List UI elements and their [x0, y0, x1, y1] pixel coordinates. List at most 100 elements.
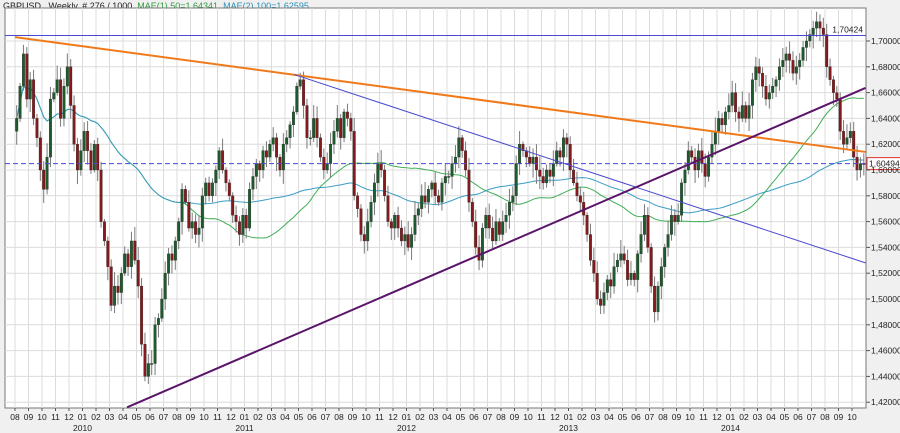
y-tick-label: 1,58000: [871, 191, 900, 201]
x-tick-label: 12: [64, 412, 74, 422]
candle-body: [430, 182, 434, 190]
candle-body: [818, 21, 822, 29]
x-tick-label: 09: [510, 412, 520, 422]
x-tick-label: 04: [442, 412, 452, 422]
y-tick-label: 1,50000: [871, 294, 900, 304]
x-tick-label: 10: [361, 412, 371, 422]
candle-body: [123, 253, 127, 274]
candle-body: [757, 66, 761, 74]
candle-body: [562, 137, 565, 158]
candle-body: [275, 137, 279, 158]
candle-body: [261, 150, 265, 171]
x-tick-label: 10: [37, 412, 47, 422]
candle-body: [362, 234, 366, 242]
candle-body: [109, 266, 113, 306]
candle-body: [62, 86, 66, 119]
candle-body: [167, 253, 171, 274]
candle-body: [744, 105, 748, 119]
candle-body: [740, 105, 744, 119]
candle-body: [237, 221, 241, 235]
candle-body: [383, 169, 387, 196]
candle-body: [221, 150, 225, 171]
x-tick-label: 07: [321, 412, 331, 422]
candle-body: [659, 266, 663, 287]
candle-body: [376, 163, 380, 184]
candle-body: [673, 214, 677, 222]
x-tick-label: 09: [834, 412, 844, 422]
candle-body: [440, 182, 444, 203]
candle-body: [187, 202, 191, 229]
candle: [295, 82, 299, 115]
candle: [18, 82, 22, 122]
candle-body: [511, 195, 515, 203]
candle-body: [379, 163, 383, 171]
candle-body: [271, 137, 275, 145]
candle-body: [761, 73, 765, 87]
x-tick-label: 02: [415, 412, 425, 422]
candle-body: [65, 66, 69, 87]
candle-body: [443, 176, 447, 184]
candle-body: [589, 234, 592, 261]
candle-body: [396, 214, 400, 229]
candle-body: [318, 137, 322, 158]
candle-body: [403, 234, 407, 242]
candle-body: [38, 137, 42, 171]
y-tick-label: 1,64000: [871, 113, 900, 123]
x-tick-label: 12: [550, 412, 560, 422]
candle-body: [629, 273, 633, 280]
candle-body: [35, 118, 39, 138]
candle-body: [359, 208, 363, 235]
x-tick-label: 01: [78, 412, 88, 422]
x-tick-label: 10: [199, 412, 209, 422]
y-tick-label: 1,60000: [871, 165, 900, 175]
candle-body: [778, 66, 781, 80]
candle-body: [632, 273, 636, 280]
candle-body: [224, 169, 228, 184]
candle-body: [464, 150, 468, 171]
x-tick-label: 08: [496, 412, 506, 422]
candle-body: [453, 156, 457, 164]
candle-body: [72, 105, 76, 145]
candle-body: [298, 79, 302, 87]
candle-body: [636, 253, 640, 280]
candle-body: [781, 60, 785, 67]
candle-body: [845, 137, 849, 145]
candle-body: [832, 79, 835, 93]
candle-body: [426, 189, 430, 203]
candle-body: [616, 260, 619, 267]
candle-body: [437, 195, 441, 203]
candle-body: [767, 92, 771, 100]
candle-body: [153, 324, 157, 364]
x-tick-label: 01: [402, 412, 412, 422]
x-tick-label: 12: [712, 412, 722, 422]
x-tick-label: 08: [10, 412, 20, 422]
candle-body: [480, 227, 484, 261]
candle-body: [707, 156, 711, 177]
candle-body: [585, 214, 589, 235]
x-tick-label: 01: [240, 412, 250, 422]
candle-body: [190, 221, 194, 229]
candle-body: [356, 195, 360, 209]
candle-body: [410, 234, 414, 248]
x-tick-label: 10: [523, 412, 533, 422]
candle-body: [116, 285, 120, 293]
candle-body: [690, 150, 694, 158]
x-tick-label: 05: [294, 412, 304, 422]
candle-body: [416, 208, 420, 216]
candle: [49, 86, 52, 168]
candle-body: [548, 169, 552, 177]
candle-body: [113, 285, 117, 306]
candle-body: [69, 66, 73, 106]
x-tick-label: 09: [186, 412, 196, 422]
candle-body: [315, 118, 319, 138]
x-tick-label: 12: [226, 412, 236, 422]
candle-body: [163, 273, 167, 300]
candle-body: [21, 53, 25, 87]
x-tick-label: 02: [91, 412, 101, 422]
candle-body: [281, 144, 285, 171]
price-chart[interactable]: 1,704241,60494 08 09 10 11 12 01 02 03 04 05 06 07 0…: [0, 0, 900, 433]
x-tick-label: 05: [618, 412, 628, 422]
y-tick-label: 1,52000: [871, 268, 900, 278]
candle-body: [460, 137, 464, 151]
candle-body: [335, 118, 339, 132]
